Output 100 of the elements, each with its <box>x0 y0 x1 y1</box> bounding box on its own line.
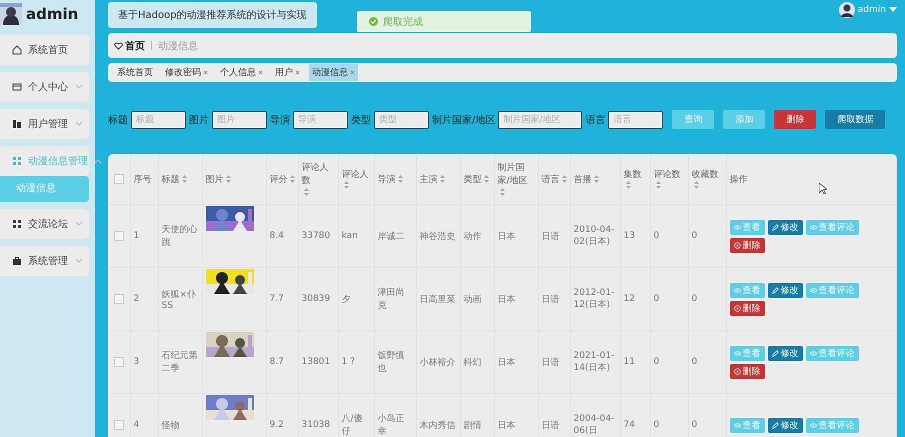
circle-icon <box>734 368 740 374</box>
sort-icon <box>656 181 660 190</box>
column-header: 导演 <box>378 174 396 186</box>
eye-icon <box>734 422 740 428</box>
menu-item[interactable]: 用户管理 <box>0 109 89 139</box>
close-icon <box>350 70 355 75</box>
table-cell: 八/傻仔 <box>342 414 363 437</box>
eye-icon <box>810 350 816 356</box>
eye-icon <box>810 286 816 294</box>
delete-button[interactable]: 删除 <box>774 110 816 129</box>
caret-icon <box>889 7 897 13</box>
table-cell: 2012-01-12(日本) <box>574 288 614 310</box>
tab[interactable]: 个人信息 <box>217 64 266 81</box>
table-cell: 妖狐×仆SS <box>162 290 196 310</box>
toast: 爬取完成 <box>357 11 531 32</box>
table-cell: 0 <box>654 294 660 304</box>
table-cell: 2004-04-06(日 <box>574 414 614 436</box>
menu-item[interactable]: 个人中心 <box>0 72 89 102</box>
table-cell: 2010-04-02(日本) <box>574 224 614 246</box>
chevron-down-icon <box>75 258 83 264</box>
table-cell: 0 <box>654 231 660 241</box>
table-cell: 13 <box>624 231 635 241</box>
column-header: 序号 <box>134 174 152 186</box>
table-cell: 33780 <box>302 231 330 241</box>
table-cell: 剧情 <box>464 420 482 430</box>
column-header: 操作 <box>730 174 748 186</box>
menu-item[interactable]: 交流论坛 <box>0 209 89 239</box>
pencil-icon <box>772 350 778 356</box>
sort-icon <box>500 188 504 196</box>
row-checkbox[interactable] <box>114 294 124 304</box>
column-header: 标题 <box>162 174 180 186</box>
sort-icon <box>304 188 308 196</box>
menu-item[interactable]: 系统首页 <box>0 35 89 65</box>
close-icon <box>258 70 263 75</box>
table-cell: 日语 <box>542 232 560 242</box>
tab[interactable]: 修改密码 <box>162 64 211 81</box>
table-cell: 日本 <box>498 358 516 368</box>
eye-icon <box>810 422 816 428</box>
column-header: 集数 <box>624 168 642 180</box>
edit-button[interactable]: 修改 <box>768 282 802 298</box>
sort-icon <box>694 181 698 190</box>
breadcrumb-link[interactable]: 首页 <box>114 38 145 52</box>
edit-button[interactable]: 修改 <box>768 220 802 234</box>
field-label: 语言 <box>585 114 606 126</box>
table-cell: 8.4 <box>270 231 284 241</box>
column-header: 评论人数 <box>302 162 330 187</box>
eye-icon <box>810 224 816 230</box>
column-header: 语言 <box>542 174 560 186</box>
table-cell: 2 <box>134 294 140 304</box>
column-header: 制片国家/地区 <box>498 162 529 187</box>
row-checkbox[interactable] <box>114 357 124 367</box>
pencil-icon <box>772 422 778 428</box>
card-icon <box>12 82 22 92</box>
tab[interactable]: 用户 <box>272 64 303 81</box>
table-cell: 12 <box>624 294 635 304</box>
row-checkbox[interactable] <box>114 420 124 430</box>
sort-icon <box>226 175 230 184</box>
field-label: 图片 <box>189 114 209 126</box>
table-cell: 动画 <box>464 294 482 304</box>
field-label: 导演 <box>270 114 290 126</box>
search-field[interactable]: 导演 <box>293 110 348 128</box>
cursor-icon <box>819 183 827 194</box>
search-field[interactable]: 语言 <box>608 110 664 128</box>
breadcrumb-current: 动漫信息 <box>158 40 198 52</box>
tab[interactable]: 系统首页 <box>114 64 156 81</box>
field-label: 标题 <box>108 114 128 126</box>
chevron-down-icon <box>75 121 83 127</box>
header-checkbox[interactable] <box>114 174 124 184</box>
edit-button[interactable]: 修改 <box>768 346 802 360</box>
crawl-button[interactable]: 爬取数据 <box>825 110 886 129</box>
search-field[interactable]: 标题 <box>131 110 186 128</box>
menu-item[interactable]: 系统管理 <box>0 246 89 276</box>
search-field[interactable]: 制片国家/地区 <box>498 110 582 128</box>
column-header: 首播 <box>574 174 592 186</box>
chevron-up-icon <box>94 158 102 164</box>
search-field[interactable]: 图片 <box>212 110 267 128</box>
sort-icon <box>440 175 444 184</box>
row-checkbox[interactable] <box>114 231 124 241</box>
column-header: 收藏数 <box>692 168 718 180</box>
table-cell: 怪物 <box>162 420 180 430</box>
delete-button[interactable]: 删除 <box>730 300 764 316</box>
edit-button[interactable]: 修改 <box>768 418 802 432</box>
table-cell: 0 <box>692 231 698 241</box>
check-icon <box>369 17 378 26</box>
sort-icon <box>182 175 186 184</box>
eye-icon <box>734 286 740 294</box>
user-menu[interactable]: admin <box>858 5 886 15</box>
table-cell: 13801 <box>302 357 330 367</box>
delete-button[interactable]: 删除 <box>730 238 764 252</box>
table-cell: 日本 <box>498 420 516 430</box>
pencil-icon <box>772 286 778 294</box>
table-cell: 石纪元第二季 <box>162 351 198 374</box>
chevron-down-icon <box>75 84 83 90</box>
column-header: 评论数 <box>654 168 680 180</box>
pencil-icon <box>772 224 778 230</box>
table-cell: 日高里菜 <box>420 294 456 304</box>
table-cell: 31038 <box>302 420 330 430</box>
search-field[interactable]: 类型 <box>374 110 429 128</box>
tab[interactable]: 动漫信息 <box>309 64 358 81</box>
delete-button[interactable]: 删除 <box>730 364 764 378</box>
